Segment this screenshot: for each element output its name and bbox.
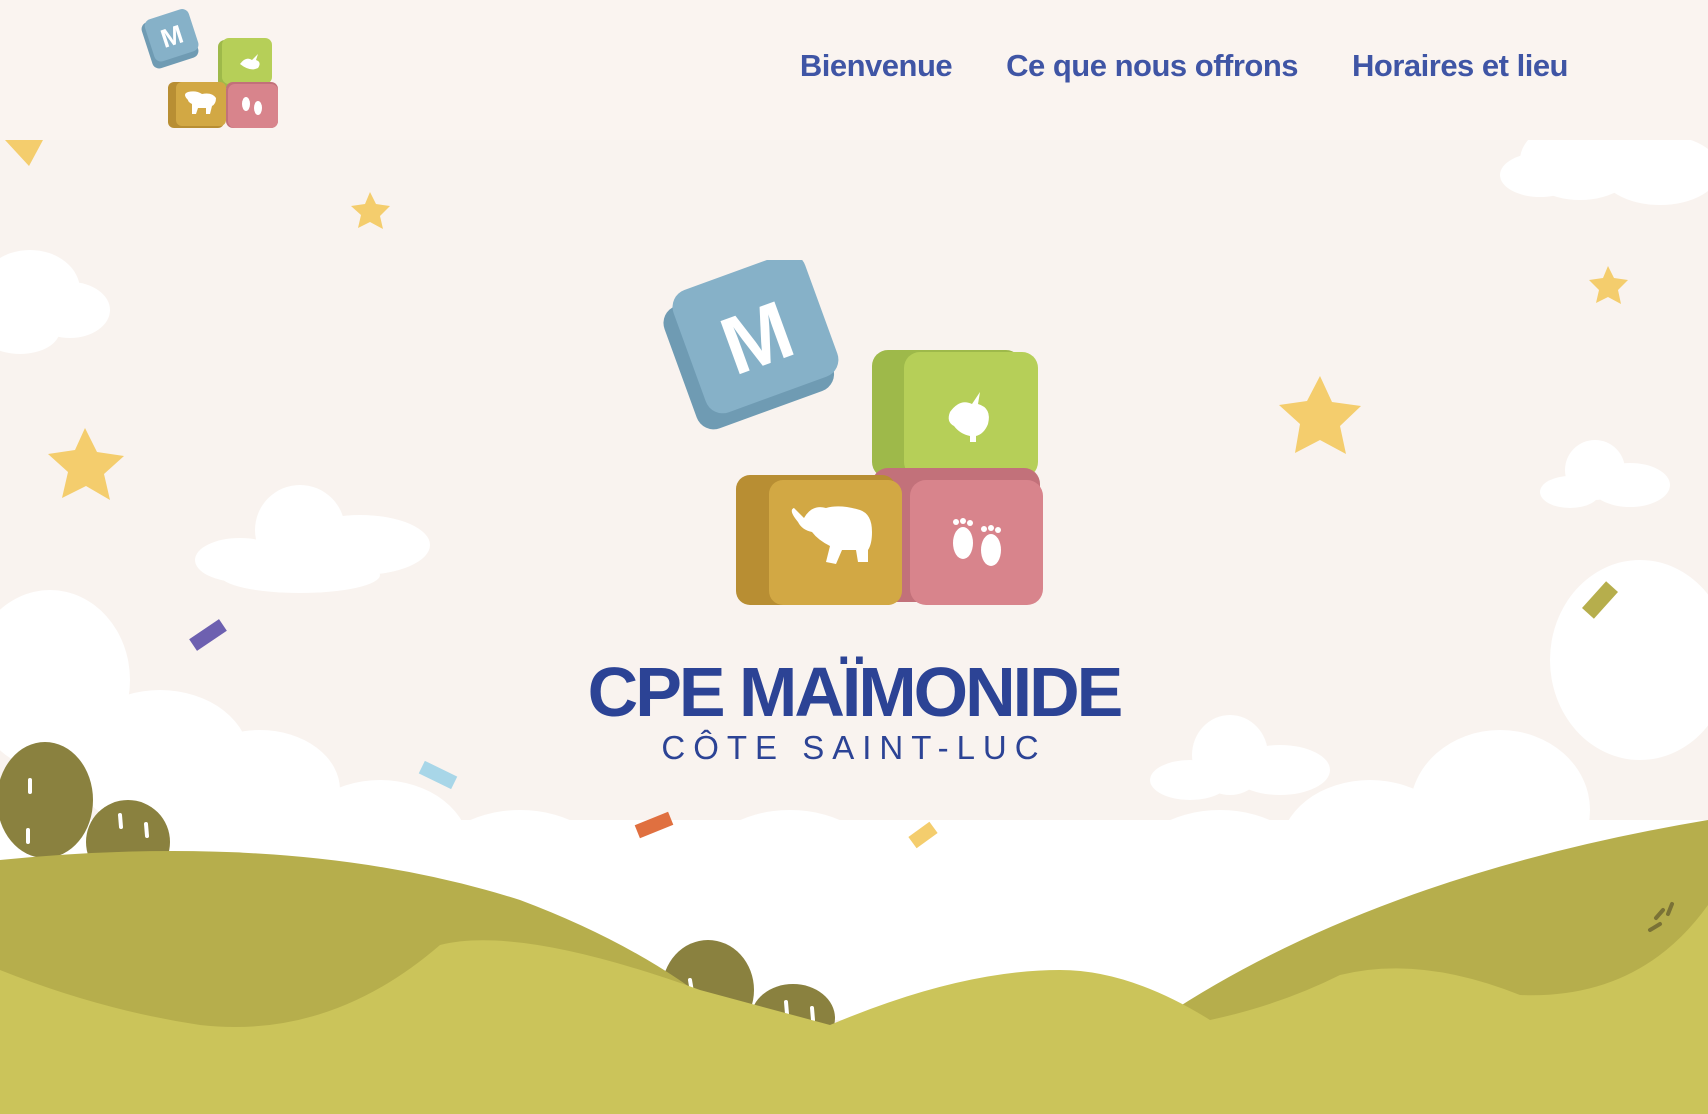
- site-logo[interactable]: M: [140, 4, 290, 134]
- brand-subtitle: CÔTE SAINT-LUC: [661, 729, 1047, 766]
- nav-link-ce-que-nous-offrons[interactable]: Ce que nous offrons: [1006, 48, 1298, 84]
- cloud-left: [0, 250, 110, 354]
- baby-feet-icon: [226, 82, 278, 128]
- star-icon: [48, 428, 124, 500]
- elephant-icon: [168, 82, 226, 128]
- brand-title: CPE MAÏMONIDE: [587, 653, 1124, 731]
- hero-logo: M: [663, 260, 1043, 605]
- nav-link-bienvenue[interactable]: Bienvenue: [800, 48, 953, 84]
- elephant-icon: [736, 475, 902, 605]
- nav-link-horaires-et-lieu[interactable]: Horaires et lieu: [1352, 48, 1568, 84]
- cloud-right: [1540, 440, 1670, 508]
- cloud-center-left: [195, 485, 430, 593]
- star-icon: [351, 192, 390, 229]
- site-header: M Bienvenue Ce que nous offrons Horaires…: [0, 0, 1708, 140]
- letter-m-block-icon: M: [663, 260, 839, 430]
- rabbit-icon: [872, 350, 1038, 478]
- rabbit-icon: [218, 38, 272, 88]
- letter-m-block-icon: M: [141, 9, 199, 69]
- main-nav: Bienvenue Ce que nous offrons Horaires e…: [800, 48, 1569, 84]
- star-icon: [1279, 376, 1361, 454]
- star-icon: [1589, 266, 1628, 304]
